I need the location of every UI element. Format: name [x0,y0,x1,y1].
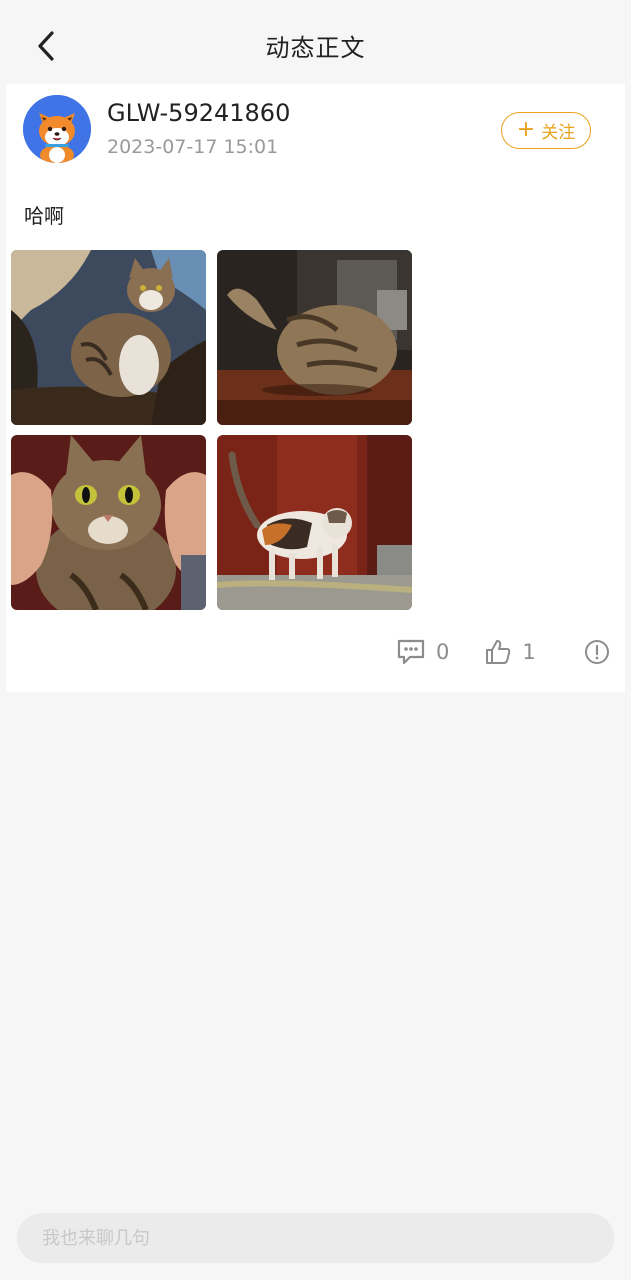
thumbs-up-icon [486,640,511,664]
page-title: 动态正文 [265,34,366,62]
report-button[interactable] [584,639,610,665]
shiba-avatar-icon [23,95,91,163]
comment-input[interactable] [17,1213,614,1263]
username[interactable]: GLW-59241860 [107,99,290,127]
like-button[interactable]: 1 [484,638,536,666]
post-text: 哈啊 [24,204,64,228]
top-bar: 动态正文 [0,0,631,84]
action-bar: 0 1 [396,637,616,667]
post-image-2[interactable] [217,250,412,425]
follow-button[interactable]: + 关注 [501,112,591,149]
post-image-1[interactable] [11,250,206,425]
like-count: 1 [522,640,536,664]
post-image-3[interactable] [11,435,206,610]
post-card: GLW-59241860 2023-07-17 15:01 + 关注 哈啊 0 … [6,84,625,692]
follow-label: 关注 [541,123,576,143]
comment-count: 0 [436,640,450,664]
avatar[interactable] [23,95,91,163]
plus-icon: + [516,116,536,142]
comment-button[interactable]: 0 [396,638,449,666]
post-image-4[interactable] [217,435,412,610]
report-icon [584,640,609,664]
comment-icon [397,639,425,665]
post-timestamp: 2023-07-17 15:01 [107,136,279,158]
